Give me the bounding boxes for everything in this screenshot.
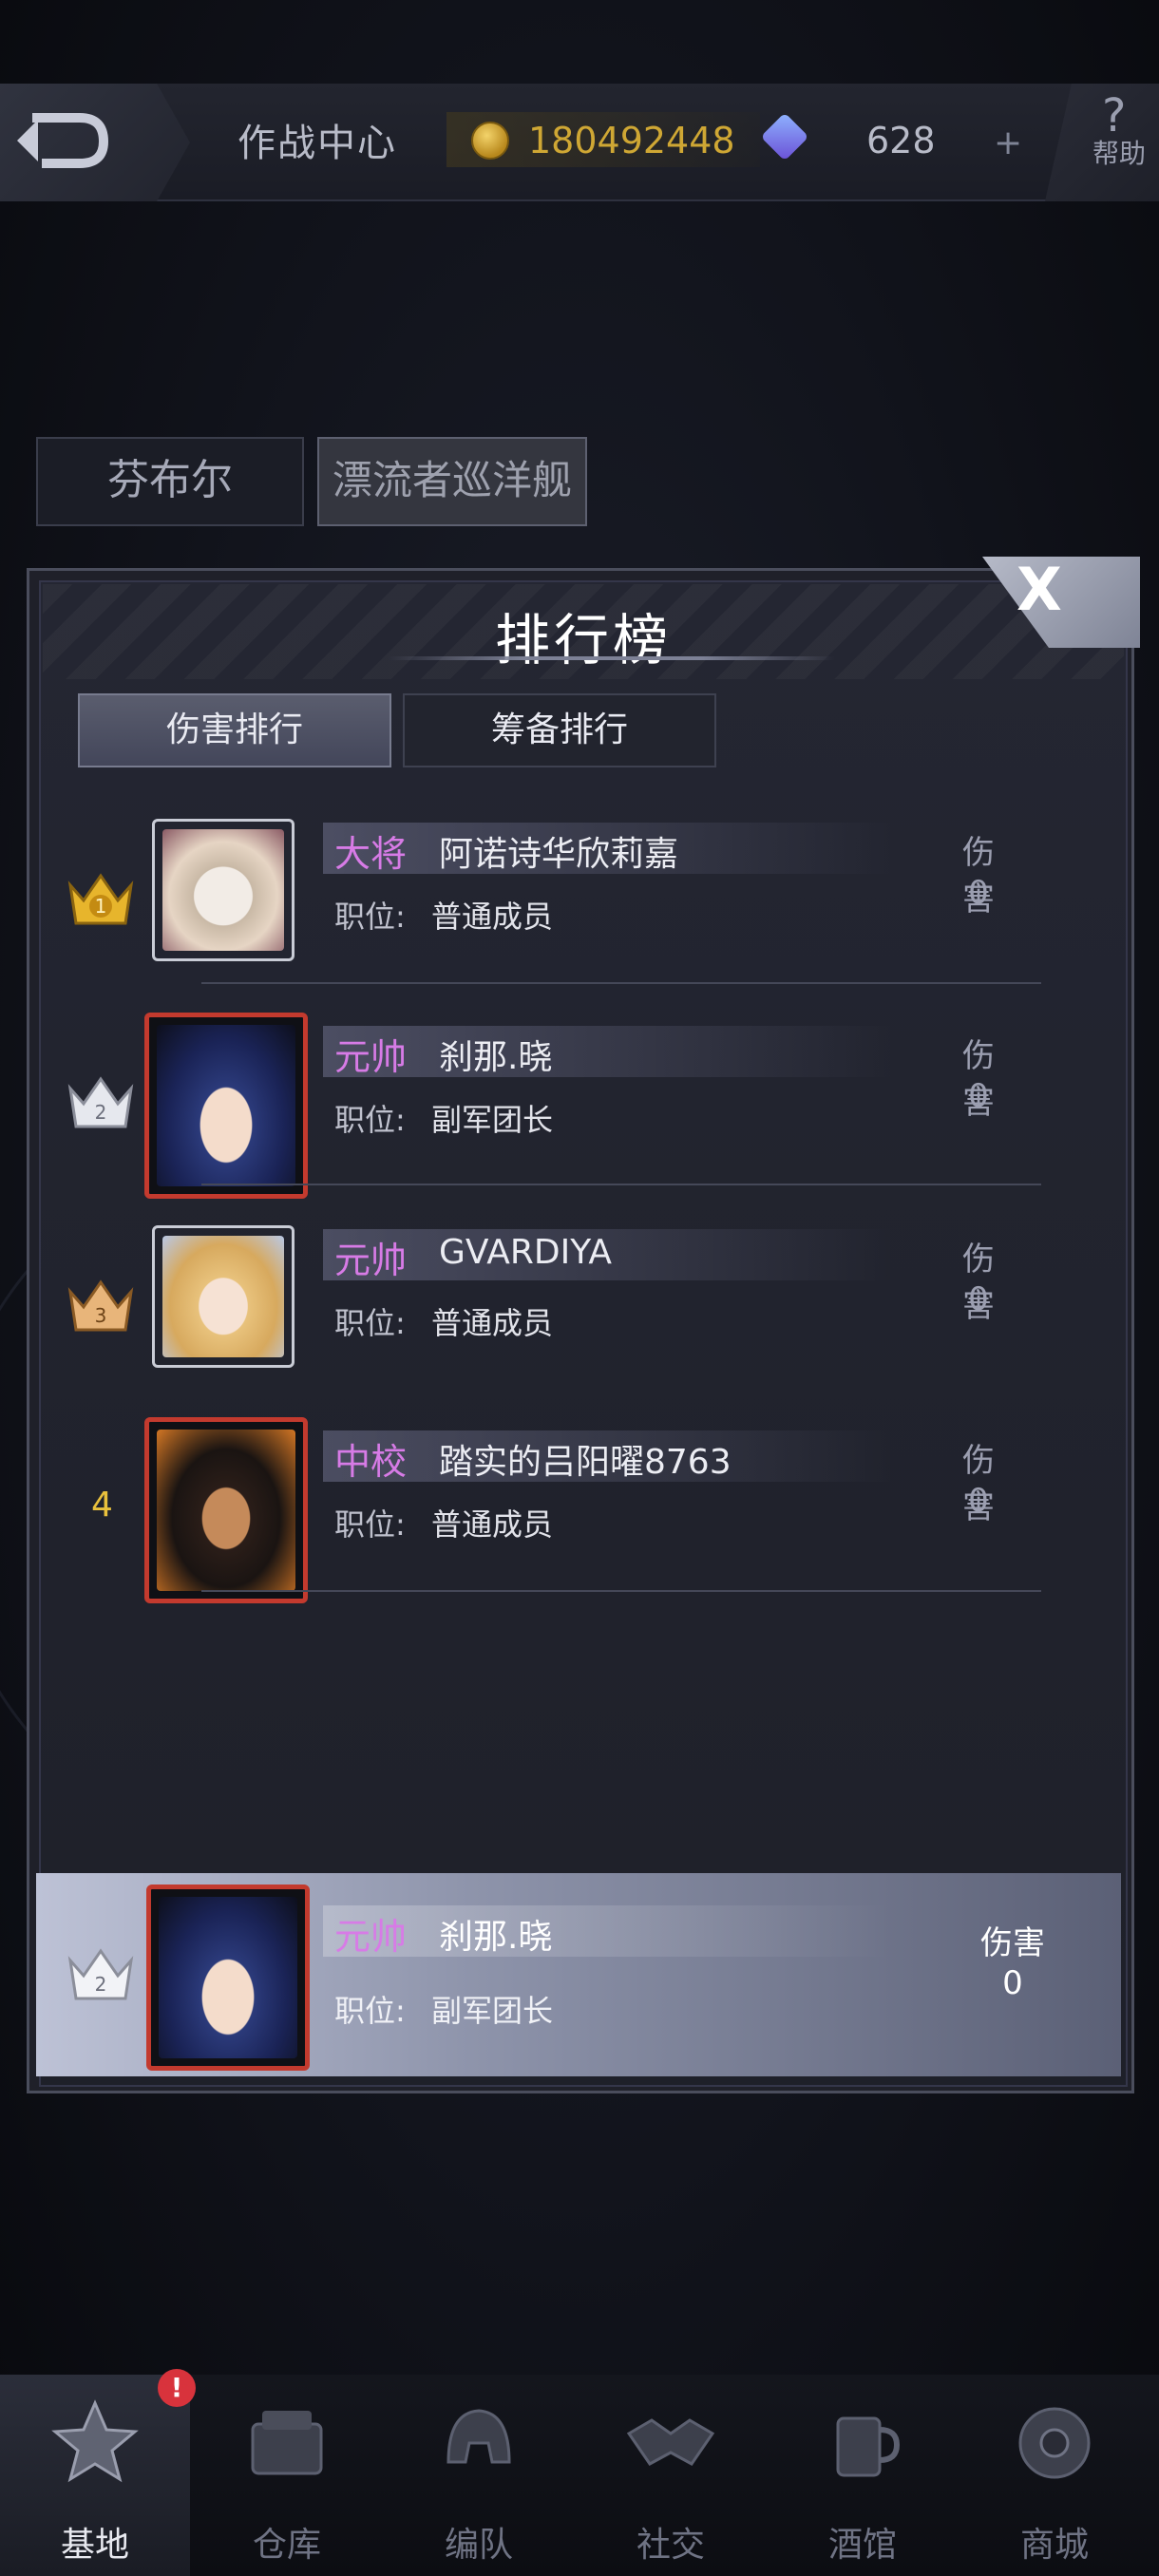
nav-label: 商城 — [1019, 2526, 1089, 2565]
gold-value: 180492448 — [528, 120, 735, 161]
page-title: 作战中心 — [238, 122, 397, 165]
nav-label: 仓库 — [252, 2526, 321, 2565]
name-band — [323, 1026, 893, 1077]
ranking-row[interactable]: 3 元帅 GVARDIYA 职位: 普通成员 伤害 0 — [38, 1220, 1001, 1419]
bronze-crown-icon: 3 — [67, 1279, 134, 1332]
nav-base[interactable]: ! 基地 — [0, 2369, 196, 2576]
name-band — [323, 1905, 893, 1957]
nav-shop[interactable]: 商城 — [960, 2375, 1150, 2576]
military-rank: 元帅 — [334, 1240, 408, 1281]
white-cartoon-avatar — [162, 829, 284, 951]
blue-haired-girl-avatar — [157, 1025, 295, 1186]
helmet-icon — [446, 2409, 511, 2464]
damage-value: 0 — [968, 1280, 989, 1318]
dark-haired-man-avatar — [157, 1430, 295, 1591]
svg-text:2: 2 — [95, 1973, 107, 1996]
post-label: 职位: — [334, 1305, 406, 1341]
post-value: 普通成员 — [431, 899, 554, 935]
gold-coin-icon — [471, 122, 509, 160]
military-rank: 元帅 — [334, 1036, 408, 1078]
damage-value: 0 — [968, 1482, 989, 1520]
title-underline — [389, 656, 835, 660]
gem-value: 628 — [866, 120, 936, 161]
svg-text:3: 3 — [95, 1304, 107, 1327]
my-ranking-row[interactable]: 2 元帅 刹那.晓 职位: 副军团长 伤害 0 — [36, 1873, 1121, 2076]
nav-warehouse[interactable]: 仓库 — [192, 2375, 382, 2576]
post-value: 普通成员 — [431, 1305, 554, 1341]
blonde-girl-avatar — [162, 1236, 284, 1357]
svg-text:1: 1 — [95, 895, 107, 918]
nav-label: 编队 — [444, 2526, 513, 2565]
nav-formation[interactable]: 编队 — [384, 2375, 574, 2576]
add-gems-button[interactable]: + — [994, 123, 1022, 162]
player-name: 踏实的吕阳曜8763 — [439, 1443, 732, 1482]
alert-badge: ! — [158, 2369, 196, 2407]
player-name: GVARDIYA — [439, 1233, 613, 1272]
military-rank: 元帅 — [334, 1916, 408, 1958]
damage-value: 0 — [1002, 1964, 1023, 2002]
player-avatar[interactable] — [152, 1225, 294, 1368]
post-label: 职位: — [334, 1993, 406, 2029]
post-value: 副军团长 — [431, 1102, 554, 1138]
category-tab-fenbuer[interactable]: 芬布尔 — [36, 437, 304, 526]
post-label: 职位: — [334, 1506, 406, 1543]
rank-number: 4 — [91, 1486, 113, 1525]
back-button[interactable] — [0, 84, 190, 201]
top-bar: 作战中心 180492448 628 + ? 帮助 — [0, 84, 1159, 201]
gold-crown-icon: 1 — [67, 873, 134, 925]
player-avatar[interactable] — [152, 819, 294, 961]
nav-label: 社交 — [636, 2526, 705, 2565]
nav-tavern[interactable]: 酒馆 — [768, 2375, 958, 2576]
row-divider — [201, 982, 1041, 984]
player-avatar[interactable] — [146, 1885, 310, 2071]
military-rank: 大将 — [334, 833, 408, 875]
silver-crown-icon: 2 — [67, 1076, 134, 1128]
row-divider — [201, 1590, 1041, 1592]
post-label: 职位: — [334, 899, 406, 935]
player-name: 阿诺诗华欣莉嘉 — [439, 835, 679, 874]
category-tab-drifter-cruiser[interactable]: 漂流者巡洋舰 — [317, 437, 587, 526]
tab-damage-ranking[interactable]: 伤害排行 — [78, 693, 391, 767]
nav-label: 基地 — [60, 2526, 129, 2565]
post-value: 普通成员 — [431, 1506, 554, 1543]
mug-icon — [836, 2416, 901, 2477]
row-divider — [201, 1184, 1041, 1185]
damage-value: 0 — [968, 1077, 989, 1115]
ranking-row[interactable]: 2 元帅 刹那.晓 职位: 副军团长 伤害 0 — [38, 1013, 1001, 1216]
post-label: 职位: — [334, 1102, 406, 1138]
military-rank: 中校 — [334, 1441, 408, 1483]
help-button[interactable]: ? 帮助 — [1045, 84, 1159, 201]
damage-label: 伤害 — [980, 1924, 1045, 1962]
player-avatar[interactable] — [144, 1013, 308, 1199]
back-arrow-icon — [17, 113, 109, 168]
crate-icon — [251, 2411, 323, 2475]
player-name: 刹那.晓 — [439, 1918, 553, 1957]
tab-preparation-ranking[interactable]: 筹备排行 — [403, 693, 716, 767]
help-label: 帮助 — [1092, 138, 1147, 169]
nav-social[interactable]: 社交 — [576, 2375, 766, 2576]
silver-crown-icon: 2 — [67, 1948, 134, 2000]
shop-orb-icon — [1018, 2407, 1091, 2479]
bottom-nav: ! 基地 仓库 编队 社交 酒馆 商城 — [0, 2369, 1159, 2576]
post-value: 副军团长 — [431, 1993, 554, 2029]
gold-counter: 180492448 — [446, 112, 760, 167]
panel-title: 排行榜 — [494, 608, 672, 672]
gem-icon — [760, 112, 809, 161]
player-avatar[interactable] — [144, 1417, 308, 1603]
nav-label: 酒馆 — [827, 2526, 897, 2565]
blue-haired-girl-avatar — [159, 1897, 297, 2058]
player-name: 刹那.晓 — [439, 1038, 553, 1077]
star-emblem-icon — [51, 2399, 139, 2483]
damage-value: 0 — [968, 874, 989, 912]
close-icon[interactable]: X — [1016, 555, 1062, 624]
svg-text:2: 2 — [95, 1101, 107, 1124]
handshake-icon — [626, 2418, 715, 2466]
